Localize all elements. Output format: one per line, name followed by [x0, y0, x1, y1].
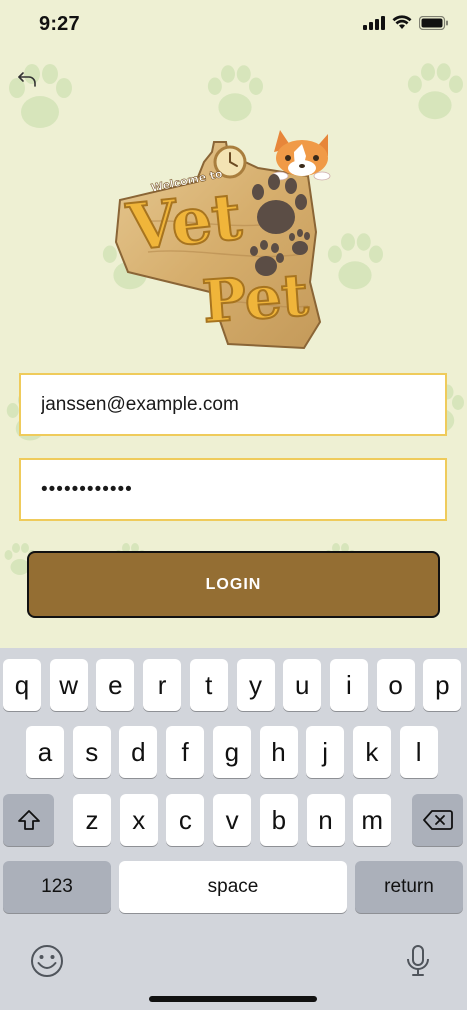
emoji-button[interactable] [30, 944, 64, 983]
back-button[interactable] [16, 68, 40, 92]
key-k[interactable]: k [352, 726, 391, 778]
key-q[interactable]: q [3, 659, 41, 711]
microphone-icon [407, 945, 429, 976]
key-l[interactable]: l [399, 726, 438, 778]
logo-brand-pet: Pet [200, 261, 310, 336]
wifi-icon [392, 15, 412, 35]
key-o[interactable]: o [376, 659, 415, 711]
login-screen: 9:27 Welcome to Vet Pet janssen@example.… [0, 0, 467, 1010]
key-a[interactable]: a [26, 726, 64, 778]
key-g[interactable]: g [212, 726, 251, 778]
key-r[interactable]: r [143, 659, 182, 711]
paw-print-icon [0, 58, 80, 138]
paw-print-icon [200, 60, 270, 130]
key-x[interactable]: x [119, 794, 158, 846]
space-key[interactable]: space [119, 861, 347, 913]
key-u[interactable]: u [283, 659, 322, 711]
key-y[interactable]: y [236, 659, 275, 711]
shift-icon [17, 810, 40, 830]
key-w[interactable]: w [49, 659, 88, 711]
key-n[interactable]: n [306, 794, 345, 846]
key-p[interactable]: p [423, 659, 462, 711]
shift-key[interactable] [3, 794, 54, 846]
logo-brand-vet: Vet [123, 179, 246, 266]
signal-icon [363, 15, 385, 35]
key-j[interactable]: j [306, 726, 345, 778]
keyboard: qwertyuiop asdfghjkl zxcvbnm 123 space r… [0, 648, 467, 1010]
key-c[interactable]: c [166, 794, 205, 846]
key-t[interactable]: t [189, 659, 228, 711]
key-b[interactable]: b [259, 794, 298, 846]
status-bar: 9:27 [0, 0, 467, 50]
login-button[interactable]: LOGIN [27, 551, 440, 618]
microphone-button[interactable] [406, 944, 430, 983]
return-key[interactable]: return [355, 861, 463, 913]
key-v[interactable]: v [213, 794, 252, 846]
home-indicator [149, 996, 317, 1002]
emoji-icon [31, 945, 63, 977]
vetpet-logo: Welcome to Vet Pet [108, 122, 348, 357]
backspace-key[interactable] [412, 794, 463, 846]
key-f[interactable]: f [166, 726, 205, 778]
key-s[interactable]: s [72, 726, 111, 778]
status-icons [363, 15, 449, 35]
key-e[interactable]: e [96, 659, 135, 711]
numbers-key[interactable]: 123 [3, 861, 111, 913]
status-time: 9:27 [39, 13, 80, 35]
email-field[interactable] [19, 373, 447, 436]
back-arrow-icon [18, 72, 36, 87]
password-field[interactable] [19, 458, 447, 521]
key-i[interactable]: i [329, 659, 368, 711]
backspace-icon [422, 810, 453, 830]
key-d[interactable]: d [119, 726, 158, 778]
key-h[interactable]: h [259, 726, 298, 778]
battery-icon [418, 15, 449, 35]
paw-print-icon [400, 58, 467, 128]
key-m[interactable]: m [353, 794, 392, 846]
key-z[interactable]: z [73, 794, 111, 846]
